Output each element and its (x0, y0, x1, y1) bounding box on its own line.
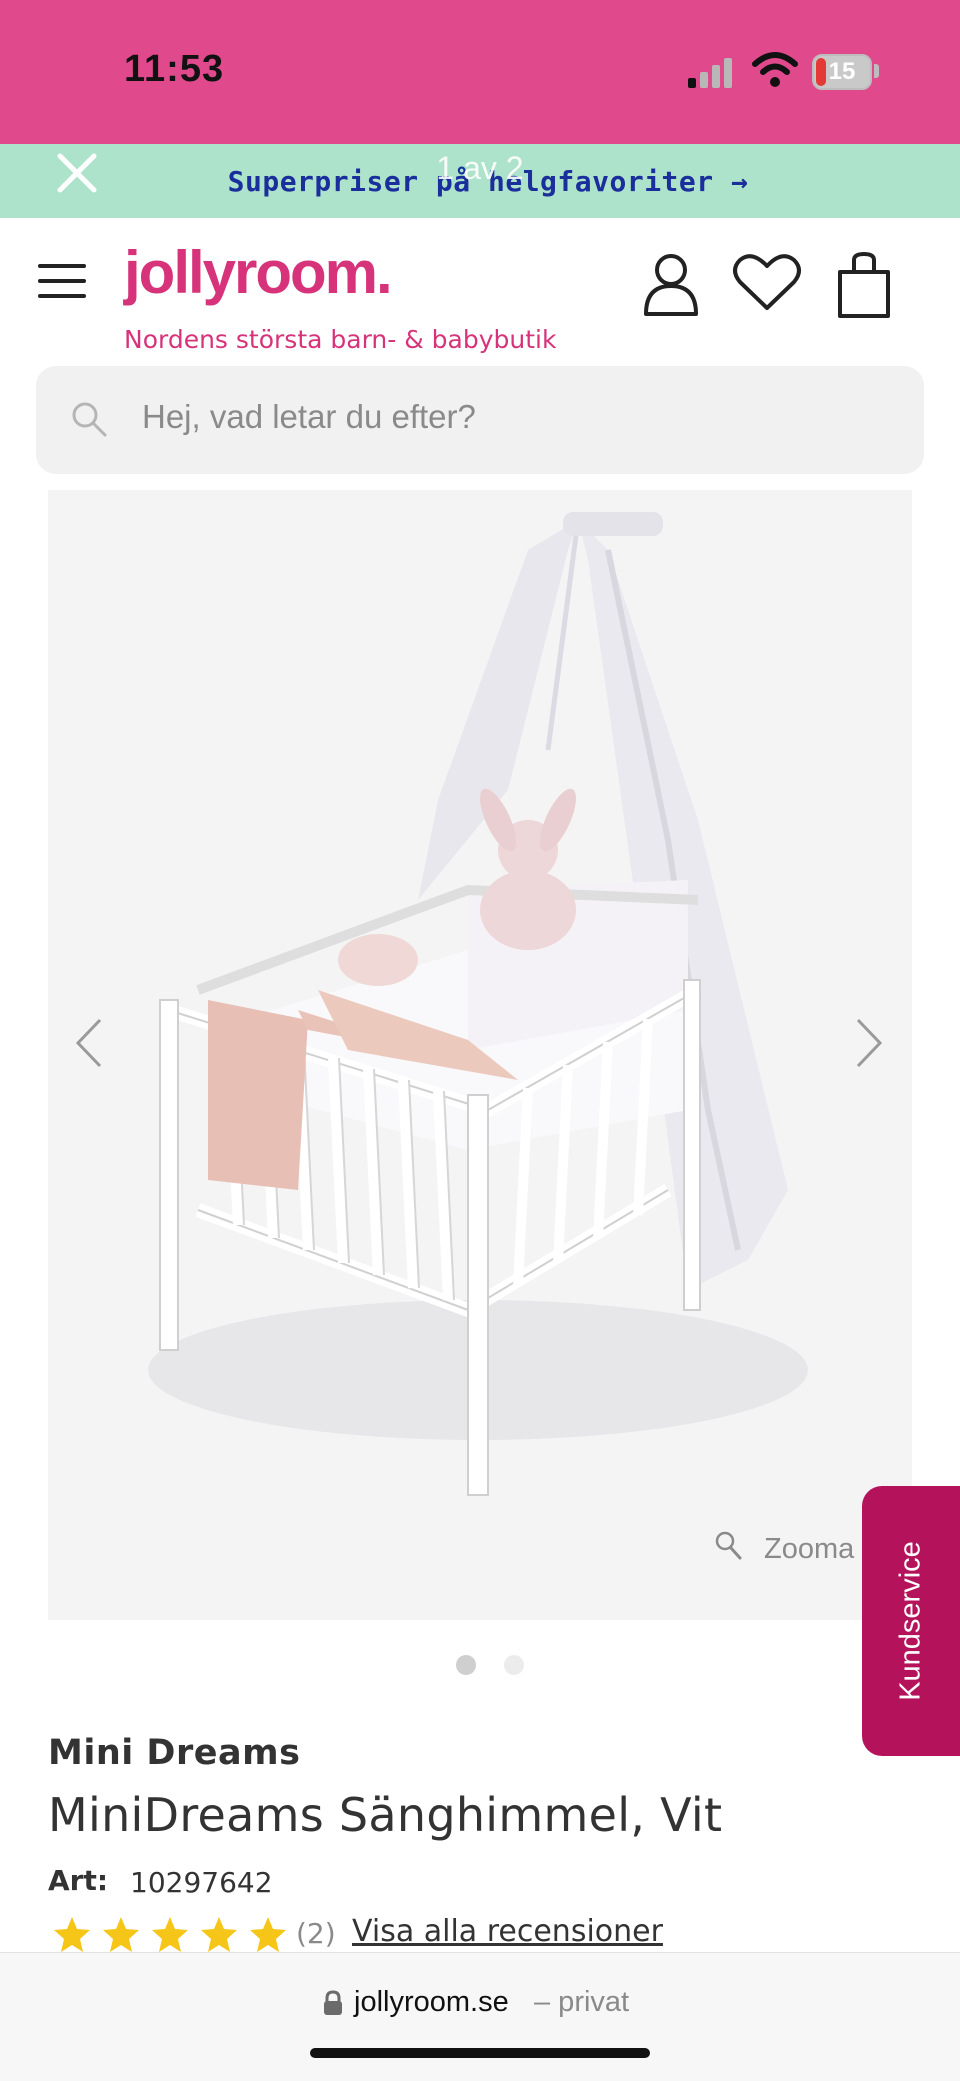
star-icon (201, 1917, 237, 1952)
site-logo[interactable]: jollyroom. (124, 238, 393, 307)
product-image[interactable] (48, 490, 912, 1620)
user-icon[interactable] (642, 252, 700, 316)
star-icon (152, 1917, 188, 1952)
url-private-label: – privat (534, 1986, 630, 2018)
zoom-label[interactable]: Zooma (764, 1533, 854, 1566)
crib-illustration (148, 512, 808, 1496)
battery-level: 15 (828, 58, 856, 85)
star-icon (103, 1917, 139, 1952)
search-icon (72, 402, 107, 437)
customer-service-tab[interactable]: Kundservice (862, 1486, 960, 1756)
review-count: (2) (296, 1917, 336, 1950)
cellular-signal-icon (688, 56, 738, 88)
url-domain[interactable]: jollyroom.se (354, 1986, 509, 2019)
product-title: MiniDreams Sänghimmel, Vit (48, 1788, 723, 1842)
home-indicator[interactable] (310, 2048, 650, 2058)
article-number-label: Art: (48, 1864, 109, 1897)
previous-image-arrow-icon[interactable] (72, 1016, 106, 1070)
site-tagline: Nordens största barn- & babybutik (124, 325, 557, 354)
carousel-dots (456, 1655, 526, 1677)
carousel-dot-1[interactable] (456, 1655, 476, 1675)
carousel-dot-2[interactable] (504, 1655, 524, 1675)
close-icon[interactable] (52, 148, 102, 198)
search-placeholder[interactable]: Hej, vad letar du efter? (142, 398, 476, 436)
battery-icon: 15 (812, 54, 872, 90)
show-all-reviews-link[interactable]: Visa alla recensioner (352, 1914, 663, 1949)
shopping-bag-icon[interactable] (836, 252, 892, 320)
customer-service-label: Kundservice (894, 1541, 927, 1701)
next-image-arrow-icon[interactable] (852, 1016, 886, 1070)
zoom-icon[interactable] (714, 1530, 742, 1560)
battery-tip (874, 64, 879, 78)
lock-icon (324, 1990, 342, 2015)
heart-icon[interactable] (732, 252, 802, 312)
status-time: 11:53 (124, 48, 225, 90)
wifi-icon (752, 52, 798, 87)
article-number-value: 10297642 (130, 1866, 273, 1899)
rating-stars (54, 1917, 286, 1952)
star-icon (54, 1917, 90, 1952)
star-icon (250, 1917, 286, 1952)
menu-icon[interactable] (38, 264, 86, 298)
product-brand[interactable]: Mini Dreams (48, 1733, 300, 1773)
page-indicator: 1 av 2 (436, 150, 524, 186)
